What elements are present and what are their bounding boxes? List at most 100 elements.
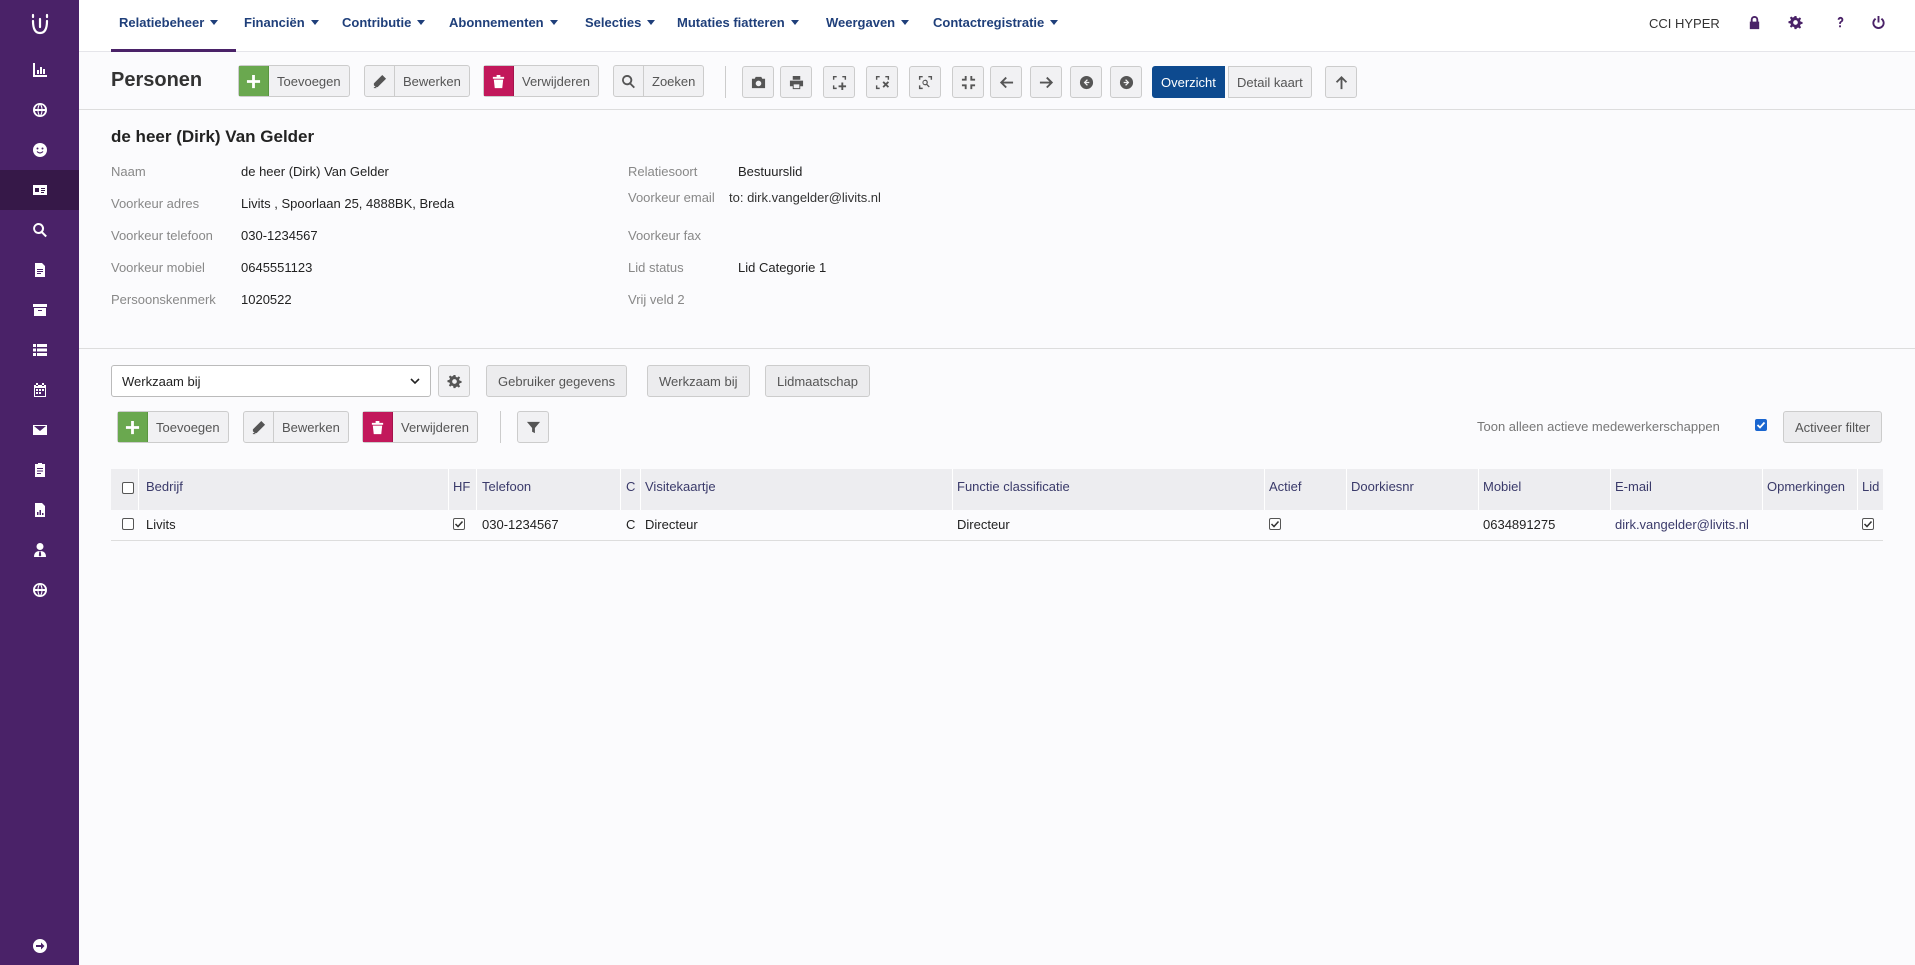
column-header-c[interactable]: C [626, 479, 635, 494]
print-icon[interactable] [780, 66, 812, 98]
circle-arrow-left-icon[interactable] [1070, 66, 1102, 98]
id-card-icon[interactable] [0, 170, 79, 210]
column-header-lid[interactable]: Lid [1862, 479, 1879, 494]
select-all-checkbox[interactable] [122, 482, 134, 494]
menu-financien[interactable]: Financiën [244, 15, 319, 30]
column-divider [1762, 469, 1763, 510]
arrow-right-icon[interactable] [1030, 66, 1062, 98]
field-value-voorkeur-email[interactable]: to: dirk.vangelder@livits.nl [729, 190, 881, 205]
delete-button[interactable]: Verwijderen [483, 65, 599, 97]
caret-down-icon [901, 20, 910, 25]
cell-hf-checkbox [453, 518, 465, 530]
check-icon [1270, 520, 1280, 528]
edit-button[interactable]: Bewerken [364, 65, 470, 97]
select-remove-icon[interactable] [866, 66, 898, 98]
user-name[interactable]: CCI HYPER [1649, 16, 1720, 31]
column-header-opmerkingen[interactable]: Opmerkingen [1767, 479, 1845, 494]
field-value-voorkeur-telefoon: 030-1234567 [241, 228, 318, 243]
filter-icon[interactable] [517, 411, 549, 443]
view-overview-button[interactable]: Overzicht [1152, 66, 1225, 98]
field-value-voorkeur-mobiel: 0645551123 [241, 260, 313, 275]
column-header-telefoon[interactable]: Telefoon [482, 479, 531, 494]
circle-arrow-right-icon[interactable] [1110, 66, 1142, 98]
column-header-hf[interactable]: HF [453, 479, 470, 494]
view-detail-button[interactable]: Detail kaart [1228, 66, 1312, 98]
delete-relation-button[interactable]: Verwijderen [362, 411, 478, 443]
logout-icon[interactable] [0, 926, 79, 965]
check-icon [454, 520, 464, 528]
calendar-icon[interactable] [0, 370, 79, 410]
active-filter-label: Toon alleen actieve medewerkerschappen [1477, 419, 1720, 434]
chart-icon[interactable] [0, 50, 79, 90]
column-divider [620, 469, 621, 510]
gear-icon[interactable] [438, 365, 470, 397]
menu-weergaven[interactable]: Weergaven [826, 15, 910, 30]
column-header-visitekaartje[interactable]: Visitekaartje [645, 479, 716, 494]
activate-filter-button[interactable]: Activeer filter [1783, 411, 1883, 443]
column-divider [448, 469, 449, 510]
globe-icon[interactable] [0, 570, 79, 610]
tab-werkzaam-bij[interactable]: Werkzaam bij [647, 365, 750, 397]
column-header-email[interactable]: E-mail [1615, 479, 1652, 494]
document-icon[interactable] [0, 250, 79, 290]
globe-icon[interactable] [0, 90, 79, 130]
row-select-checkbox[interactable] [122, 518, 134, 530]
user-tie-icon[interactable] [0, 530, 79, 570]
menu-label: Selecties [585, 15, 642, 30]
search-icon [614, 66, 644, 96]
clipboard-icon[interactable] [0, 450, 79, 490]
tab-gebruiker-gegevens[interactable]: Gebruiker gegevens [486, 365, 628, 397]
field-label-voorkeur-email: Voorkeur email [628, 190, 715, 205]
person-title: de heer (Dirk) Van Gelder [111, 127, 315, 146]
field-value-lid-status: Lid Categorie 1 [738, 260, 827, 275]
compress-icon[interactable] [952, 66, 984, 98]
search-button[interactable]: Zoeken [613, 65, 705, 97]
search-icon[interactable] [0, 210, 79, 250]
tab-lidmaatschap[interactable]: Lidmaatschap [765, 365, 870, 397]
column-header-bedrijf[interactable]: Bedrijf [146, 479, 183, 494]
menu-label: Mutaties fiatteren [677, 15, 785, 30]
active-filter-checkbox[interactable] [1755, 419, 1767, 431]
help-icon[interactable] [1831, 13, 1849, 31]
gear-icon[interactable] [1786, 13, 1804, 31]
cell-telefoon: 030-1234567 [482, 517, 559, 532]
edit-relation-button[interactable]: Bewerken [243, 411, 349, 443]
column-header-doorkiesnr[interactable]: Doorkiesnr [1351, 479, 1414, 494]
menu-contactregistratie[interactable]: Contactregistratie [933, 15, 1059, 30]
smiley-icon[interactable] [0, 130, 79, 170]
lock-icon[interactable] [1745, 13, 1763, 31]
logo-icon [31, 13, 48, 35]
select-add-icon[interactable] [823, 66, 855, 98]
zoom-select-icon[interactable] [909, 66, 941, 98]
column-header-mobiel[interactable]: Mobiel [1483, 479, 1521, 494]
column-header-actief[interactable]: Actief [1269, 479, 1302, 494]
envelope-icon[interactable] [0, 410, 79, 450]
list-icon[interactable] [0, 330, 79, 370]
column-divider [1478, 469, 1479, 510]
menu-relatiebeheer[interactable]: Relatiebeheer [119, 15, 219, 30]
add-button[interactable]: Toevoegen [238, 65, 350, 97]
cell-lid-checkbox [1862, 518, 1874, 530]
menu-abonnementen[interactable]: Abonnementen [449, 15, 558, 30]
column-divider [640, 469, 641, 510]
menu-contributie[interactable]: Contributie [342, 15, 426, 30]
cell-mobiel: 0634891275 [1483, 517, 1556, 532]
power-icon[interactable] [1869, 13, 1887, 31]
caret-down-icon [1050, 20, 1059, 25]
delete-label: Verwijderen [401, 419, 469, 435]
menu-mutaties-fiatteren[interactable]: Mutaties fiatteren [677, 15, 799, 30]
cell-email[interactable]: dirk.vangelder@livits.nl [1615, 517, 1749, 532]
menu-selecties[interactable]: Selecties [585, 15, 656, 30]
camera-icon[interactable] [742, 66, 774, 98]
add-relation-button[interactable]: Toevoegen [117, 411, 229, 443]
archive-icon[interactable] [0, 290, 79, 330]
app-logo[interactable] [0, 10, 79, 42]
arrow-up-icon[interactable] [1325, 66, 1357, 98]
column-header-functie-classificatie[interactable]: Functie classificatie [957, 479, 1070, 494]
column-divider [1857, 469, 1858, 510]
arrow-left-icon[interactable] [990, 66, 1022, 98]
relation-view-select[interactable]: Werkzaam bij [111, 365, 431, 397]
sidebar [0, 0, 79, 965]
file-chart-icon[interactable] [0, 490, 79, 530]
field-label-persoonskenmerk: Persoonskenmerk [111, 292, 216, 307]
